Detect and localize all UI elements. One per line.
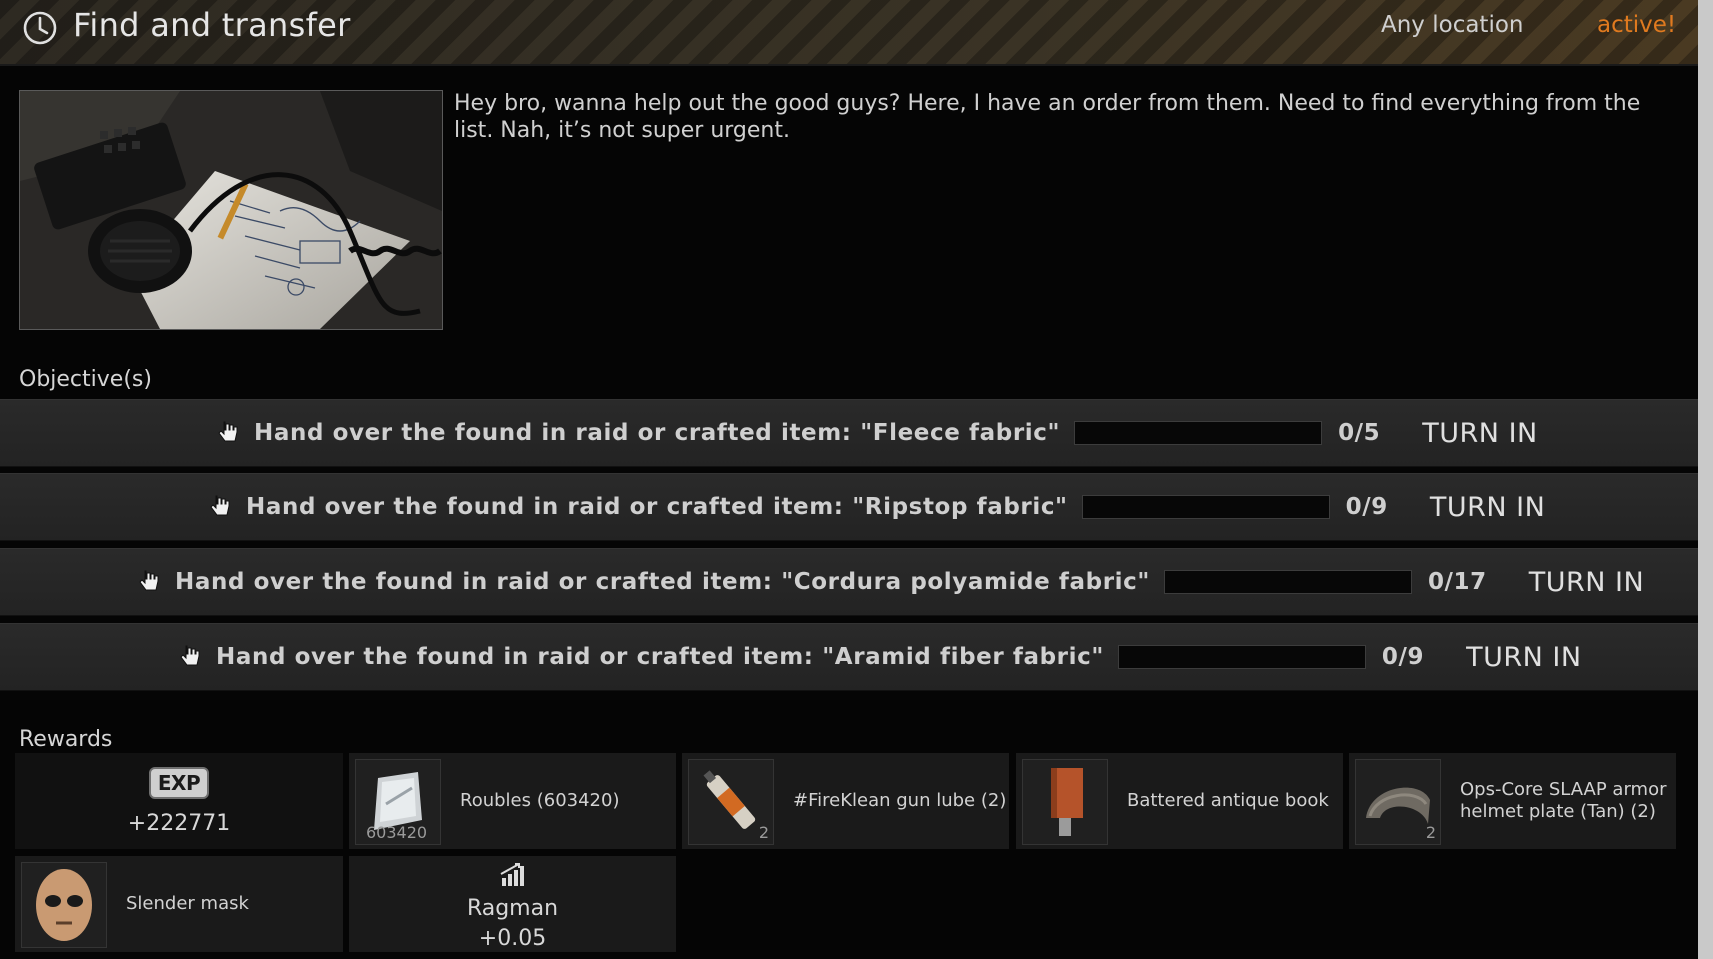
quest-title: Find and transfer xyxy=(73,6,351,44)
hand-pointer-icon xyxy=(210,495,230,516)
reward-reputation: Ragman +0.05 xyxy=(349,856,676,952)
mask-icon xyxy=(21,862,107,948)
objective-progress-count: 0/9 xyxy=(1345,494,1388,520)
reward-item[interactable]: 2 #FireKlean gun lube (2) xyxy=(682,753,1009,849)
gun-lube-icon: 2 xyxy=(688,759,774,845)
reward-item-name: Ops-Core SLAAP armor helmet plate (Tan) … xyxy=(1460,779,1667,822)
objective-progress-bar xyxy=(1081,495,1330,519)
turn-in-button[interactable]: TURN IN xyxy=(1430,492,1545,523)
reward-item-name: Slender mask xyxy=(126,893,249,914)
objective-row: Hand over the found in raid or crafted i… xyxy=(0,399,1698,467)
helmet-plate-icon: 2 xyxy=(1355,759,1441,845)
quest-status: active! xyxy=(1597,12,1677,38)
quest-location: Any location xyxy=(1381,12,1524,38)
exp-value: +222771 xyxy=(127,811,231,836)
reward-item-name: Battered antique book xyxy=(1127,790,1329,811)
stack-count: 2 xyxy=(758,823,769,842)
objective-row: Hand over the found in raid or crafted i… xyxy=(0,623,1698,691)
objective-progress-bar xyxy=(1163,570,1412,594)
turn-in-button[interactable]: TURN IN xyxy=(1422,418,1537,449)
rewards-label: Rewards xyxy=(19,727,113,752)
roubles-icon: 603420 xyxy=(355,759,441,845)
turn-in-button[interactable]: TURN IN xyxy=(1529,567,1644,598)
reward-item[interactable]: 603420 Roubles (603420) xyxy=(349,753,676,849)
reward-item[interactable]: Battered antique book xyxy=(1016,753,1343,849)
stack-count: 2 xyxy=(1425,823,1436,842)
briefing-image xyxy=(19,90,443,330)
reward-item-name: #FireKlean gun lube (2) xyxy=(793,790,1007,811)
objective-text: Hand over the found in raid or crafted i… xyxy=(246,494,1068,520)
objective-progress-bar xyxy=(1117,645,1366,669)
hand-pointer-icon xyxy=(180,645,200,666)
reward-exp: EXP +222771 xyxy=(15,753,343,849)
reputation-icon xyxy=(500,863,524,886)
objective-row: Hand over the found in raid or crafted i… xyxy=(0,548,1698,616)
objective-row: Hand over the found in raid or crafted i… xyxy=(0,473,1698,541)
hand-pointer-icon xyxy=(218,421,238,442)
reputation-value: +0.05 xyxy=(478,926,547,951)
turn-in-button[interactable]: TURN IN xyxy=(1466,642,1581,673)
clock-icon xyxy=(23,11,57,45)
objective-progress-count: 0/5 xyxy=(1338,420,1381,446)
objectives-label: Objective(s) xyxy=(19,367,152,392)
book-icon xyxy=(1022,759,1108,845)
exp-icon: EXP xyxy=(148,767,210,799)
reward-item[interactable]: Slender mask xyxy=(15,856,343,952)
objective-progress-count: 0/9 xyxy=(1381,644,1425,670)
objective-text: Hand over the found in raid or crafted i… xyxy=(175,569,1150,595)
objective-progress-bar xyxy=(1074,421,1323,445)
objective-progress-count: 0/17 xyxy=(1427,569,1487,595)
quest-description: Hey bro, wanna help out the good guys? H… xyxy=(454,91,1641,143)
objective-text: Hand over the found in raid or crafted i… xyxy=(216,644,1104,670)
quest-header: Find and transfer Any location active! xyxy=(0,0,1698,66)
objective-text: Hand over the found in raid or crafted i… xyxy=(254,420,1061,446)
hand-pointer-icon xyxy=(139,570,159,591)
scrollbar-track[interactable] xyxy=(1698,0,1713,959)
reputation-trader: Ragman xyxy=(466,896,559,921)
reward-item-name: Roubles (603420) xyxy=(460,790,620,811)
reward-item[interactable]: 2 Ops-Core SLAAP armor helmet plate (Tan… xyxy=(1349,753,1676,849)
stack-count: 603420 xyxy=(366,823,428,842)
